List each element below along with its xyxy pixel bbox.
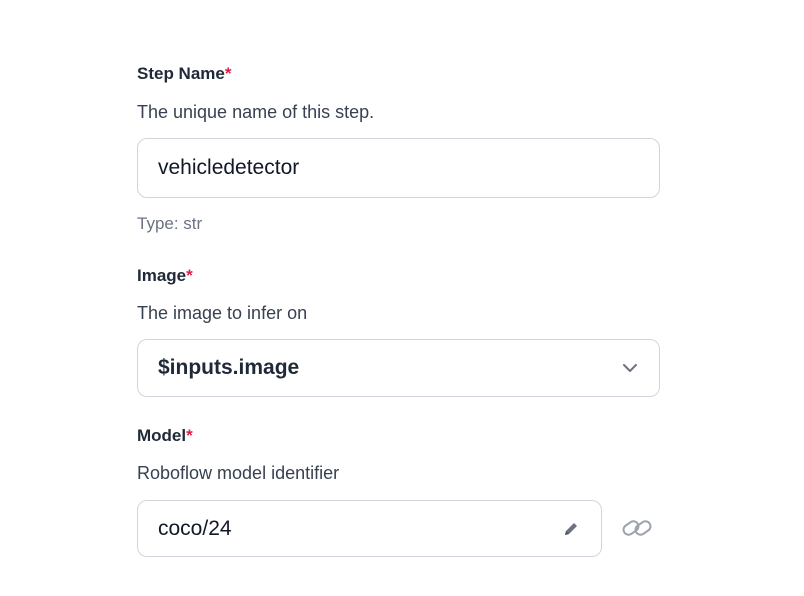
image-select[interactable]: $inputs.image — [137, 339, 660, 397]
chevron-down-icon[interactable] — [621, 362, 639, 374]
step-name-description: The unique name of this step. — [137, 102, 375, 122]
image-select-value: $inputs.image — [158, 356, 300, 379]
image-description: The image to infer on — [137, 303, 308, 323]
step-name-input-value: vehicledetector — [158, 156, 300, 179]
model-label: Model* — [137, 426, 193, 446]
step-name-type-hint: Type: str — [137, 214, 203, 233]
model-description: Roboflow model identifier — [137, 463, 340, 483]
step-name-label-text: Step Name — [137, 64, 225, 83]
pencil-icon[interactable] — [561, 519, 581, 539]
required-marker: * — [186, 426, 193, 445]
required-marker: * — [224, 64, 232, 83]
model-input[interactable]: coco/24 — [137, 500, 602, 557]
model-input-value: coco/24 — [158, 516, 232, 540]
link-icon[interactable] — [620, 511, 654, 545]
required-marker: * — [186, 266, 193, 285]
step-name-input[interactable]: vehicledetector — [137, 138, 660, 198]
image-label-text: Image — [137, 266, 187, 285]
image-label: Image* — [137, 266, 193, 286]
step-name-label: Step Name* — [137, 64, 232, 84]
model-label-text: Model — [137, 426, 187, 445]
